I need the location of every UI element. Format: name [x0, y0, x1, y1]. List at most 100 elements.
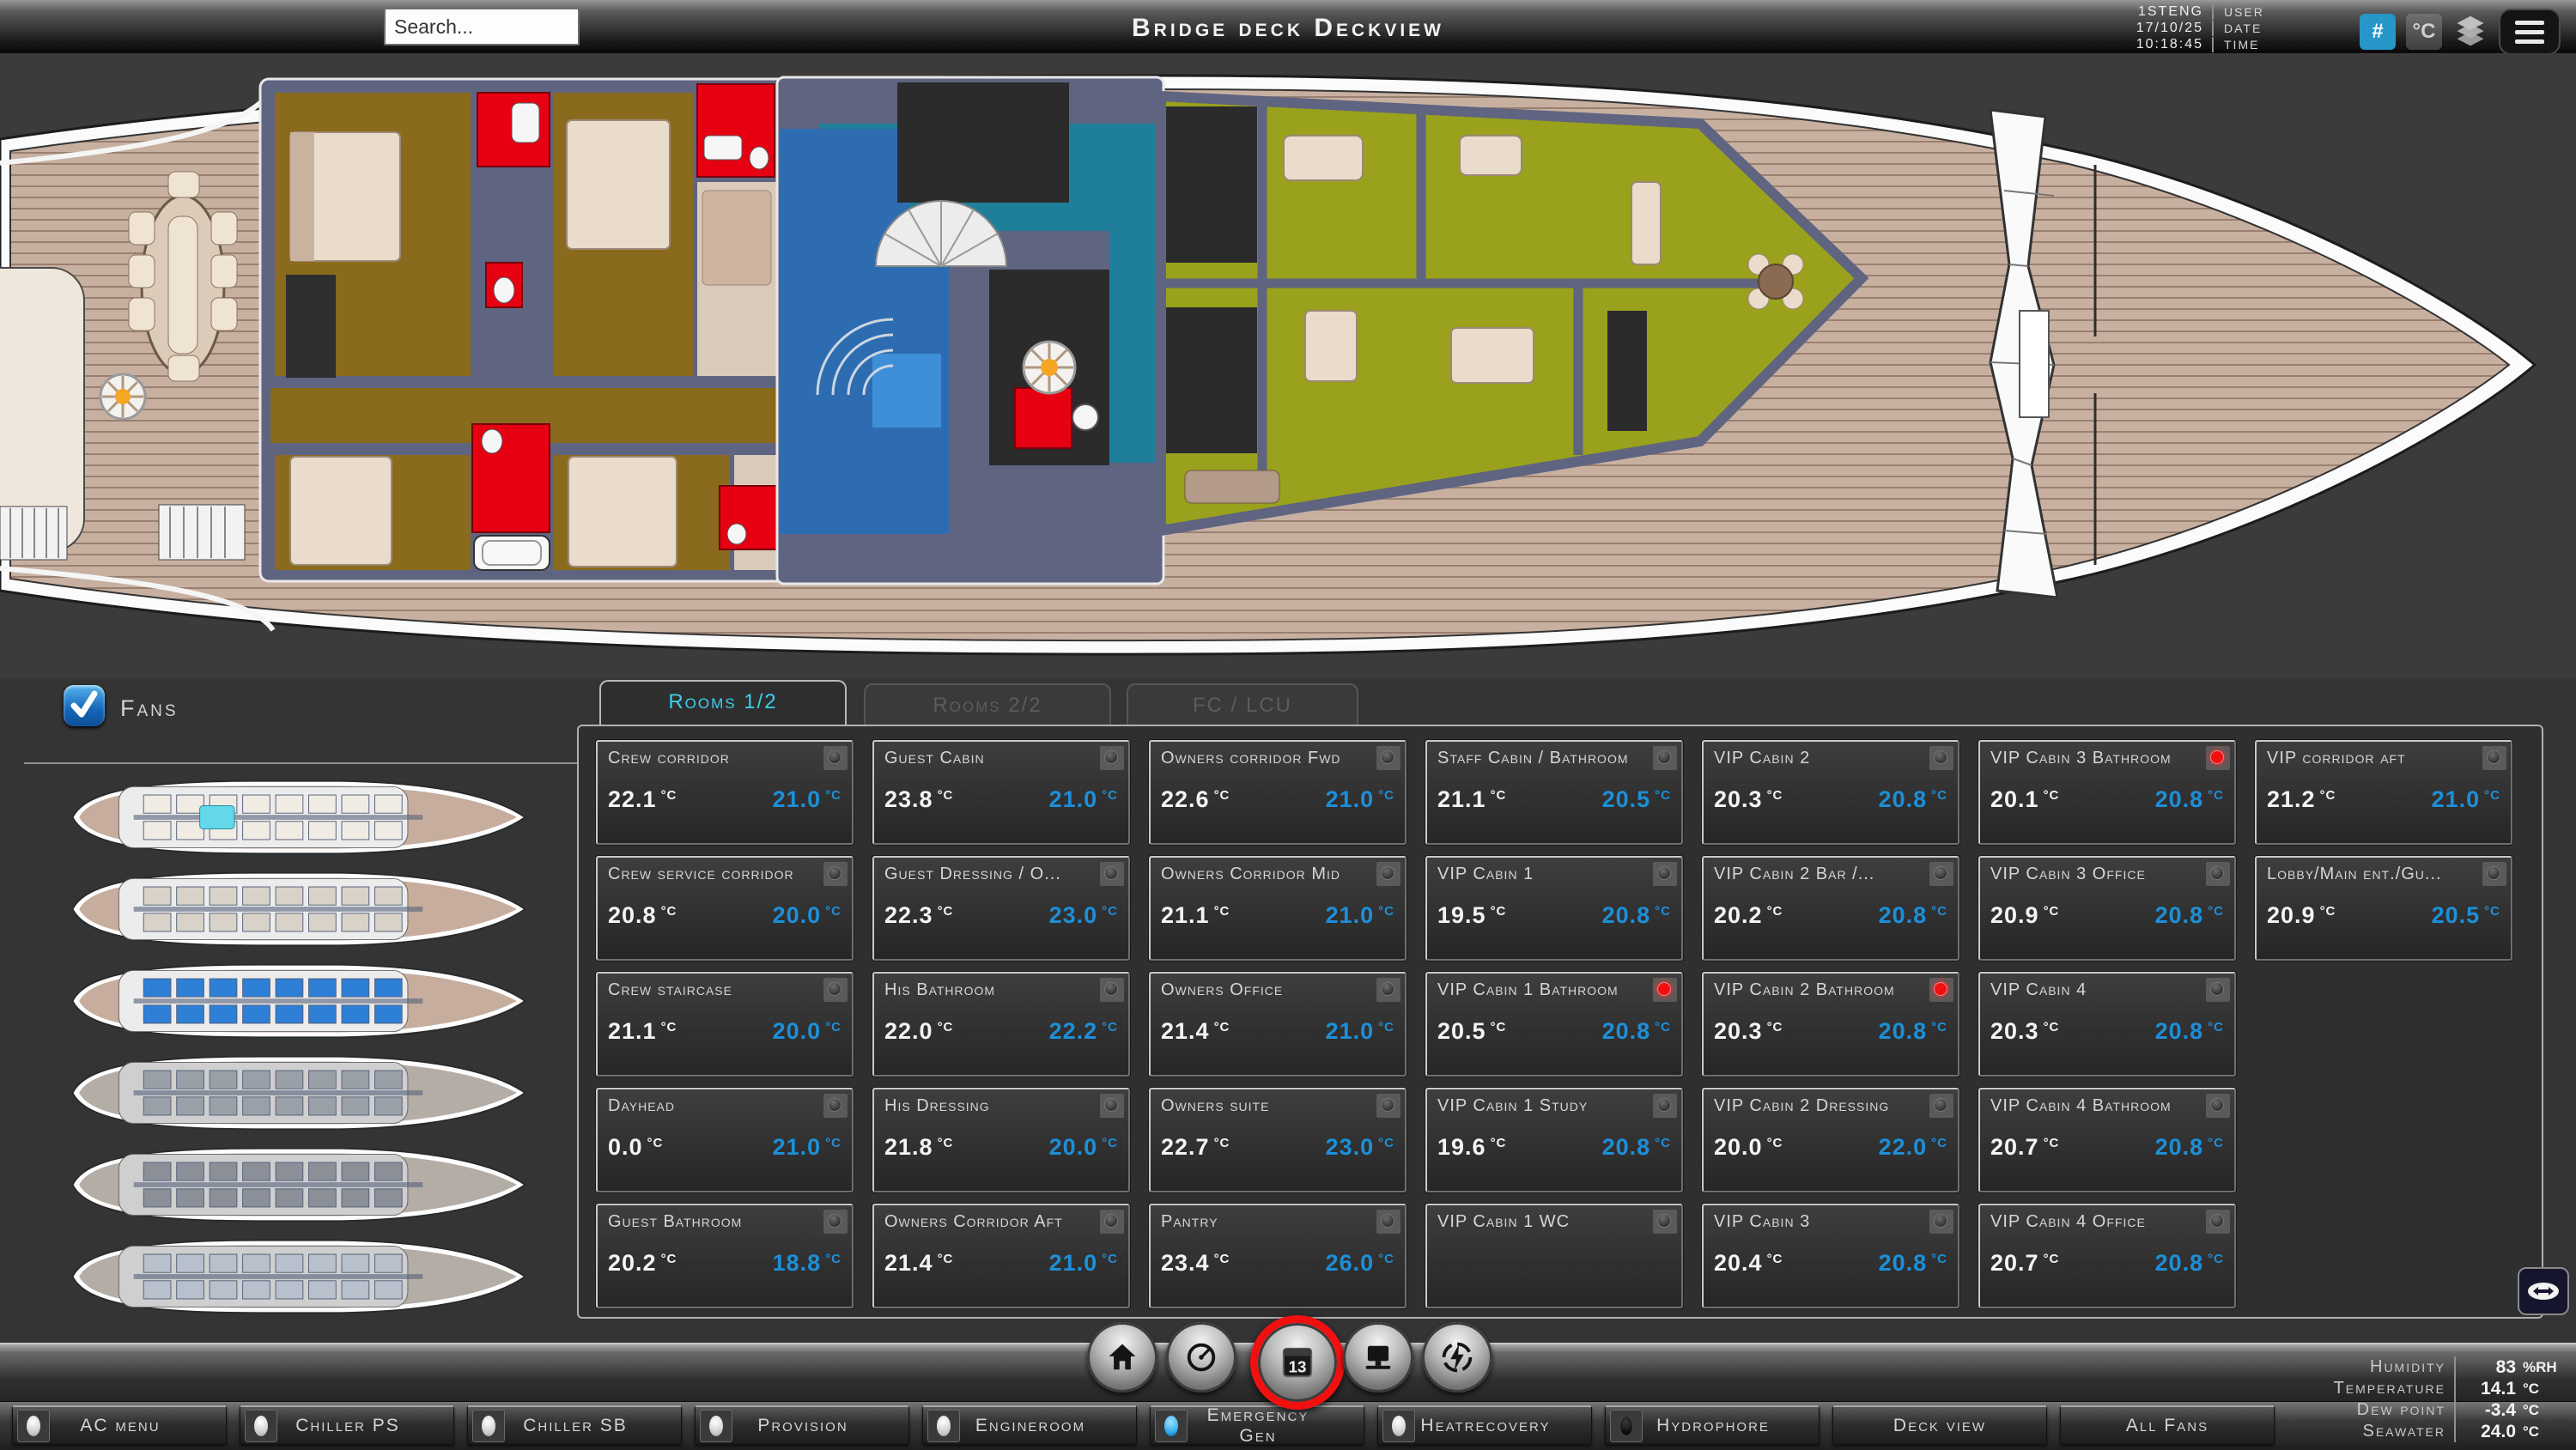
- room-setpoint[interactable]: 21.0°C: [1326, 1018, 1394, 1045]
- room-setpoint[interactable]: 21.0°C: [1049, 786, 1118, 813]
- room-card[interactable]: Guest Bathroom20.2°C18.8°C: [596, 1204, 854, 1308]
- deck-thumbnail-1[interactable]: [58, 774, 539, 860]
- room-card[interactable]: VIP Cabin 3 Bathroom20.1°C20.8°C: [1978, 740, 2236, 845]
- room-card[interactable]: His Dressing21.8°C20.0°C: [872, 1088, 1130, 1192]
- room-setpoint[interactable]: 20.8°C: [1602, 902, 1671, 929]
- room-setpoint[interactable]: 20.5°C: [1602, 786, 1671, 813]
- room-setpoint[interactable]: 20.8°C: [1602, 1018, 1671, 1045]
- deck-thumbnail-3-selected[interactable]: [58, 958, 539, 1044]
- room-card[interactable]: VIP Cabin 2 Bathroom20.3°C20.8°C: [1702, 972, 1959, 1077]
- room-card[interactable]: VIP Cabin 420.3°C20.8°C: [1978, 972, 2236, 1077]
- room-setpoint[interactable]: 18.8°C: [773, 1250, 841, 1277]
- gauge-button[interactable]: [1166, 1322, 1236, 1392]
- workstation-button[interactable]: [1343, 1322, 1413, 1392]
- calendar-button[interactable]: 13: [1250, 1315, 1345, 1410]
- room-setpoint[interactable]: 20.8°C: [2155, 1250, 2224, 1277]
- room-card[interactable]: VIP Cabin 2 Dressing20.0°C22.0°C: [1702, 1088, 1959, 1192]
- status-led: [1610, 1410, 1643, 1442]
- room-card[interactable]: VIP Cabin 220.3°C20.8°C: [1702, 740, 1959, 845]
- room-card[interactable]: His Bathroom22.0°C22.2°C: [872, 972, 1130, 1077]
- room-setpoint[interactable]: 20.8°C: [1879, 786, 1947, 813]
- room-setpoint[interactable]: 22.2°C: [1049, 1018, 1118, 1045]
- aft-grate: [159, 505, 245, 560]
- room-setpoint[interactable]: 21.0°C: [1326, 786, 1394, 813]
- room-setpoint[interactable]: 20.8°C: [1879, 1018, 1947, 1045]
- room-setpoint[interactable]: 20.8°C: [1879, 902, 1947, 929]
- room-setpoint[interactable]: 20.5°C: [2432, 902, 2500, 929]
- room-setpoint[interactable]: 26.0°C: [1326, 1250, 1394, 1277]
- menu-icon[interactable]: [2499, 9, 2561, 55]
- room-card[interactable]: VIP corridor aft21.2°C21.0°C: [2255, 740, 2512, 845]
- room-card[interactable]: VIP Cabin 1 Bathroom20.5°C20.8°C: [1425, 972, 1683, 1077]
- system-button-engineroom[interactable]: Engineroom: [922, 1405, 1137, 1445]
- status-indicator: [2206, 978, 2230, 1002]
- room-card[interactable]: Crew staircase21.1°C20.0°C: [596, 972, 854, 1077]
- room-setpoint[interactable]: 23.0°C: [1326, 1134, 1394, 1161]
- tab-rooms-2[interactable]: Rooms 2/2: [864, 683, 1111, 728]
- system-button-emergency-gen[interactable]: Emergency Gen: [1150, 1405, 1364, 1445]
- room-card[interactable]: Guest Dressing / O...22.3°C23.0°C: [872, 856, 1130, 961]
- room-card[interactable]: Staff Cabin / Bathroom21.1°C20.5°C: [1425, 740, 1683, 845]
- room-setpoint[interactable]: 20.8°C: [1602, 1134, 1671, 1161]
- status-indicator: [1929, 1210, 1953, 1234]
- room-setpoint[interactable]: 20.8°C: [2155, 786, 2224, 813]
- room-setpoint[interactable]: 21.0°C: [1326, 902, 1394, 929]
- room-setpoint[interactable]: 21.0°C: [1049, 1250, 1118, 1277]
- room-card[interactable]: VIP Cabin 4 Bathroom20.7°C20.8°C: [1978, 1088, 2236, 1192]
- system-button-provision[interactable]: Provision: [695, 1405, 909, 1445]
- remote-access-icon[interactable]: [2518, 1267, 2569, 1315]
- system-button-deck-view[interactable]: Deck view: [1832, 1405, 2047, 1445]
- deck-thumbnail-6[interactable]: [58, 1234, 539, 1320]
- system-button-chiller-sb[interactable]: Chiller SB: [467, 1405, 682, 1445]
- room-setpoint[interactable]: 20.8°C: [2155, 902, 2224, 929]
- room-card[interactable]: VIP Cabin 4 Office20.7°C20.8°C: [1978, 1204, 2236, 1308]
- system-button-hydrophore[interactable]: Hydrophore: [1605, 1405, 1820, 1445]
- room-card[interactable]: Crew service corridor20.8°C20.0°C: [596, 856, 854, 961]
- system-button-heatrecovery[interactable]: Heatrecovery: [1377, 1405, 1592, 1445]
- room-setpoint[interactable]: 20.0°C: [773, 902, 841, 929]
- room-card[interactable]: Owners corridor Fwd22.6°C21.0°C: [1149, 740, 1406, 845]
- room-card[interactable]: Crew corridor22.1°C21.0°C: [596, 740, 854, 845]
- status-led: [1155, 1410, 1188, 1442]
- room-card[interactable]: Lobby/Main ent./Gu...20.9°C20.5°C: [2255, 856, 2512, 961]
- room-setpoint[interactable]: 20.0°C: [1049, 1134, 1118, 1161]
- room-setpoint[interactable]: 22.0°C: [1879, 1134, 1947, 1161]
- deck-thumbnail-4[interactable]: [58, 1050, 539, 1136]
- room-card[interactable]: VIP Cabin 320.4°C20.8°C: [1702, 1204, 1959, 1308]
- room-card[interactable]: Owners Office21.4°C21.0°C: [1149, 972, 1406, 1077]
- room-card[interactable]: Dayhead0.0°C21.0°C: [596, 1088, 854, 1192]
- home-button[interactable]: [1087, 1322, 1157, 1392]
- room-setpoint[interactable]: 21.0°C: [773, 786, 841, 813]
- room-card[interactable]: Guest Cabin23.8°C21.0°C: [872, 740, 1130, 845]
- room-card[interactable]: Owners suite22.7°C23.0°C: [1149, 1088, 1406, 1192]
- deck-thumbnail-2[interactable]: [58, 866, 539, 952]
- room-setpoint[interactable]: 20.8°C: [1879, 1250, 1947, 1277]
- room-setpoint[interactable]: 21.0°C: [2432, 786, 2500, 813]
- session-label: DATE: [2212, 21, 2293, 36]
- layers-icon[interactable]: [2452, 14, 2488, 50]
- room-setpoint[interactable]: 21.0°C: [773, 1134, 841, 1161]
- room-card[interactable]: VIP Cabin 1 Study19.6°C20.8°C: [1425, 1088, 1683, 1192]
- fans-checkbox[interactable]: [64, 685, 105, 726]
- number-display-toggle-icon[interactable]: #: [2360, 14, 2396, 50]
- tab-fc-lcu[interactable]: FC / LCU: [1127, 683, 1358, 728]
- room-card[interactable]: Owners Corridor Aft21.4°C21.0°C: [872, 1204, 1130, 1308]
- system-button-ac-menu[interactable]: AC menu: [12, 1405, 227, 1445]
- deck-thumbnail-5[interactable]: [58, 1142, 539, 1228]
- power-button[interactable]: [1422, 1322, 1492, 1392]
- room-setpoint[interactable]: 20.8°C: [2155, 1018, 2224, 1045]
- system-button-all-fans[interactable]: All Fans: [2060, 1405, 2275, 1445]
- room-card[interactable]: Pantry23.4°C26.0°C: [1149, 1204, 1406, 1308]
- room-card[interactable]: VIP Cabin 119.5°C20.8°C: [1425, 856, 1683, 961]
- room-card[interactable]: Owners Corridor Mid21.1°C21.0°C: [1149, 856, 1406, 961]
- system-button-chiller-ps[interactable]: Chiller PS: [240, 1405, 454, 1445]
- room-setpoint[interactable]: 23.0°C: [1049, 902, 1118, 929]
- room-setpoint[interactable]: 20.8°C: [2155, 1134, 2224, 1161]
- tab-rooms-1[interactable]: Rooms 1/2: [599, 680, 847, 725]
- room-card[interactable]: VIP Cabin 3 Office20.9°C20.8°C: [1978, 856, 2236, 961]
- room-card[interactable]: VIP Cabin 2 Bar /...20.2°C20.8°C: [1702, 856, 1959, 961]
- room-temperature: 21.1°C: [1161, 902, 1230, 929]
- room-setpoint[interactable]: 20.0°C: [773, 1018, 841, 1045]
- room-card[interactable]: VIP Cabin 1 WC: [1425, 1204, 1683, 1308]
- celsius-unit-toggle-icon[interactable]: °C: [2406, 14, 2442, 50]
